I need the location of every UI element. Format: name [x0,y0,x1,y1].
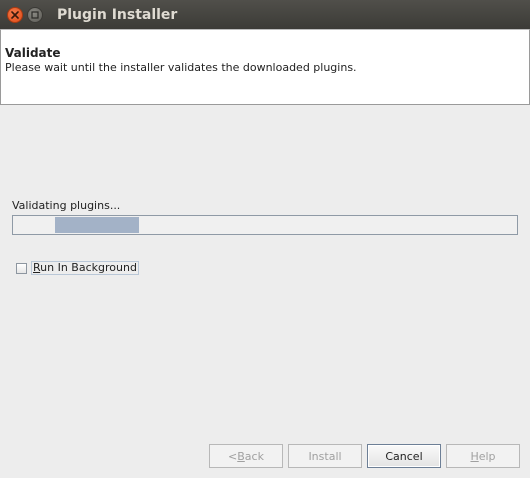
run-in-background-label[interactable]: Run In Background [31,261,139,275]
progress-fill [55,217,139,233]
back-rest: ack [244,449,264,463]
cancel-button[interactable]: Cancel [367,444,441,468]
run-in-background-row[interactable]: Run In Background [16,261,139,275]
install-label: Install [308,449,342,463]
maximize-icon [31,10,39,19]
back-button[interactable]: < Back [209,444,283,468]
step-title: Validate [5,46,61,60]
run-in-background-checkbox[interactable] [16,262,27,274]
title-bar: Plugin Installer [0,0,530,29]
help-rest: elp [478,449,496,463]
close-icon [11,10,19,19]
cancel-label: Cancel [385,449,423,463]
back-mnemonic: B [237,449,245,463]
window-title: Plugin Installer [57,6,178,23]
help-button[interactable]: Help [446,444,520,468]
progress-label: Validating plugins... [12,199,121,212]
help-mnemonic: H [470,449,479,463]
back-prefix: < [228,449,238,463]
maximize-button[interactable] [27,6,43,23]
checkbox-label-rest: un In Background [40,261,137,274]
install-button[interactable]: Install [288,444,362,468]
close-button[interactable] [7,6,23,23]
progress-bar [12,215,518,235]
header-panel: Validate Please wait until the installer… [0,29,530,105]
plugin-installer-window: Plugin Installer Validate Please wait un… [0,0,530,478]
step-description: Please wait until the installer validate… [5,61,357,74]
